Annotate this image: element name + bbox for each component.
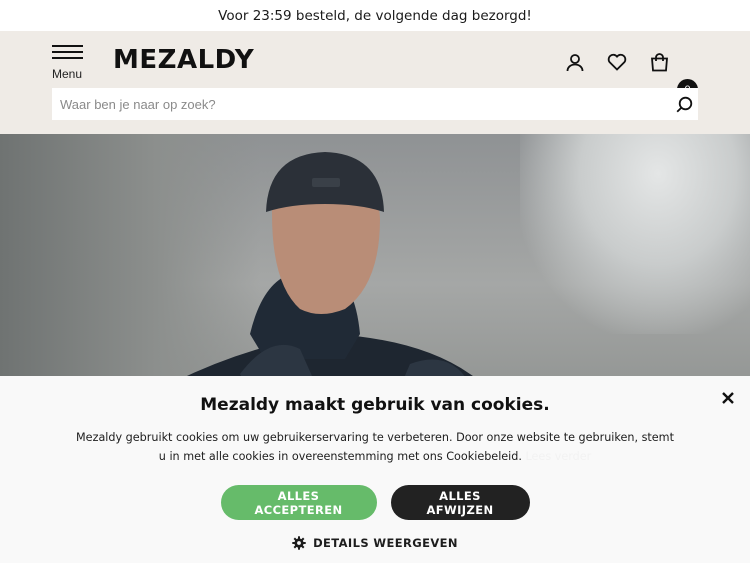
- wishlist-button[interactable]: [605, 51, 629, 73]
- search-input[interactable]: [52, 88, 670, 120]
- cookie-banner: Mezaldy maakt gebruik van cookies. Mezal…: [0, 376, 750, 563]
- promo-text: Voor 23:59 besteld, de volgende dag bezo…: [218, 7, 532, 24]
- gear-icon: [292, 536, 306, 550]
- cookie-text: Mezaldy gebruikt cookies om uw gebruiker…: [75, 428, 675, 466]
- bag-icon: [650, 52, 668, 71]
- menu-button[interactable]: Menu: [52, 45, 84, 81]
- menu-label: Menu: [52, 67, 83, 81]
- show-details-button[interactable]: DETAILS WEERGEVEN: [0, 536, 750, 550]
- cart-button[interactable]: [647, 51, 671, 73]
- cookie-title: Mezaldy maakt gebruik van cookies.: [200, 395, 550, 415]
- close-icon: [722, 392, 734, 404]
- cookie-close-button[interactable]: [720, 390, 736, 406]
- account-button[interactable]: [563, 51, 587, 73]
- details-label: DETAILS WEERGEVEN: [313, 536, 458, 550]
- header: Menu MEZALDY 0: [0, 31, 750, 134]
- search-bar: [52, 88, 698, 120]
- search-icon: [676, 96, 692, 112]
- user-icon: [566, 53, 584, 71]
- hamburger-icon: [52, 45, 83, 61]
- accept-all-button[interactable]: ALLES ACCEPTEREN: [220, 485, 377, 520]
- promo-bar: Voor 23:59 besteld, de volgende dag bezo…: [0, 0, 750, 31]
- cookie-buttons: ALLES ACCEPTEREN ALLES AFWIJZEN: [0, 485, 750, 520]
- heart-icon: [607, 53, 627, 71]
- reject-all-button[interactable]: ALLES AFWIJZEN: [390, 485, 530, 520]
- page: Voor 23:59 besteld, de volgende dag bezo…: [0, 0, 750, 563]
- search-button[interactable]: [670, 88, 698, 120]
- read-more-link[interactable]: Lees verder: [526, 450, 592, 463]
- logo[interactable]: MEZALDY: [113, 45, 254, 75]
